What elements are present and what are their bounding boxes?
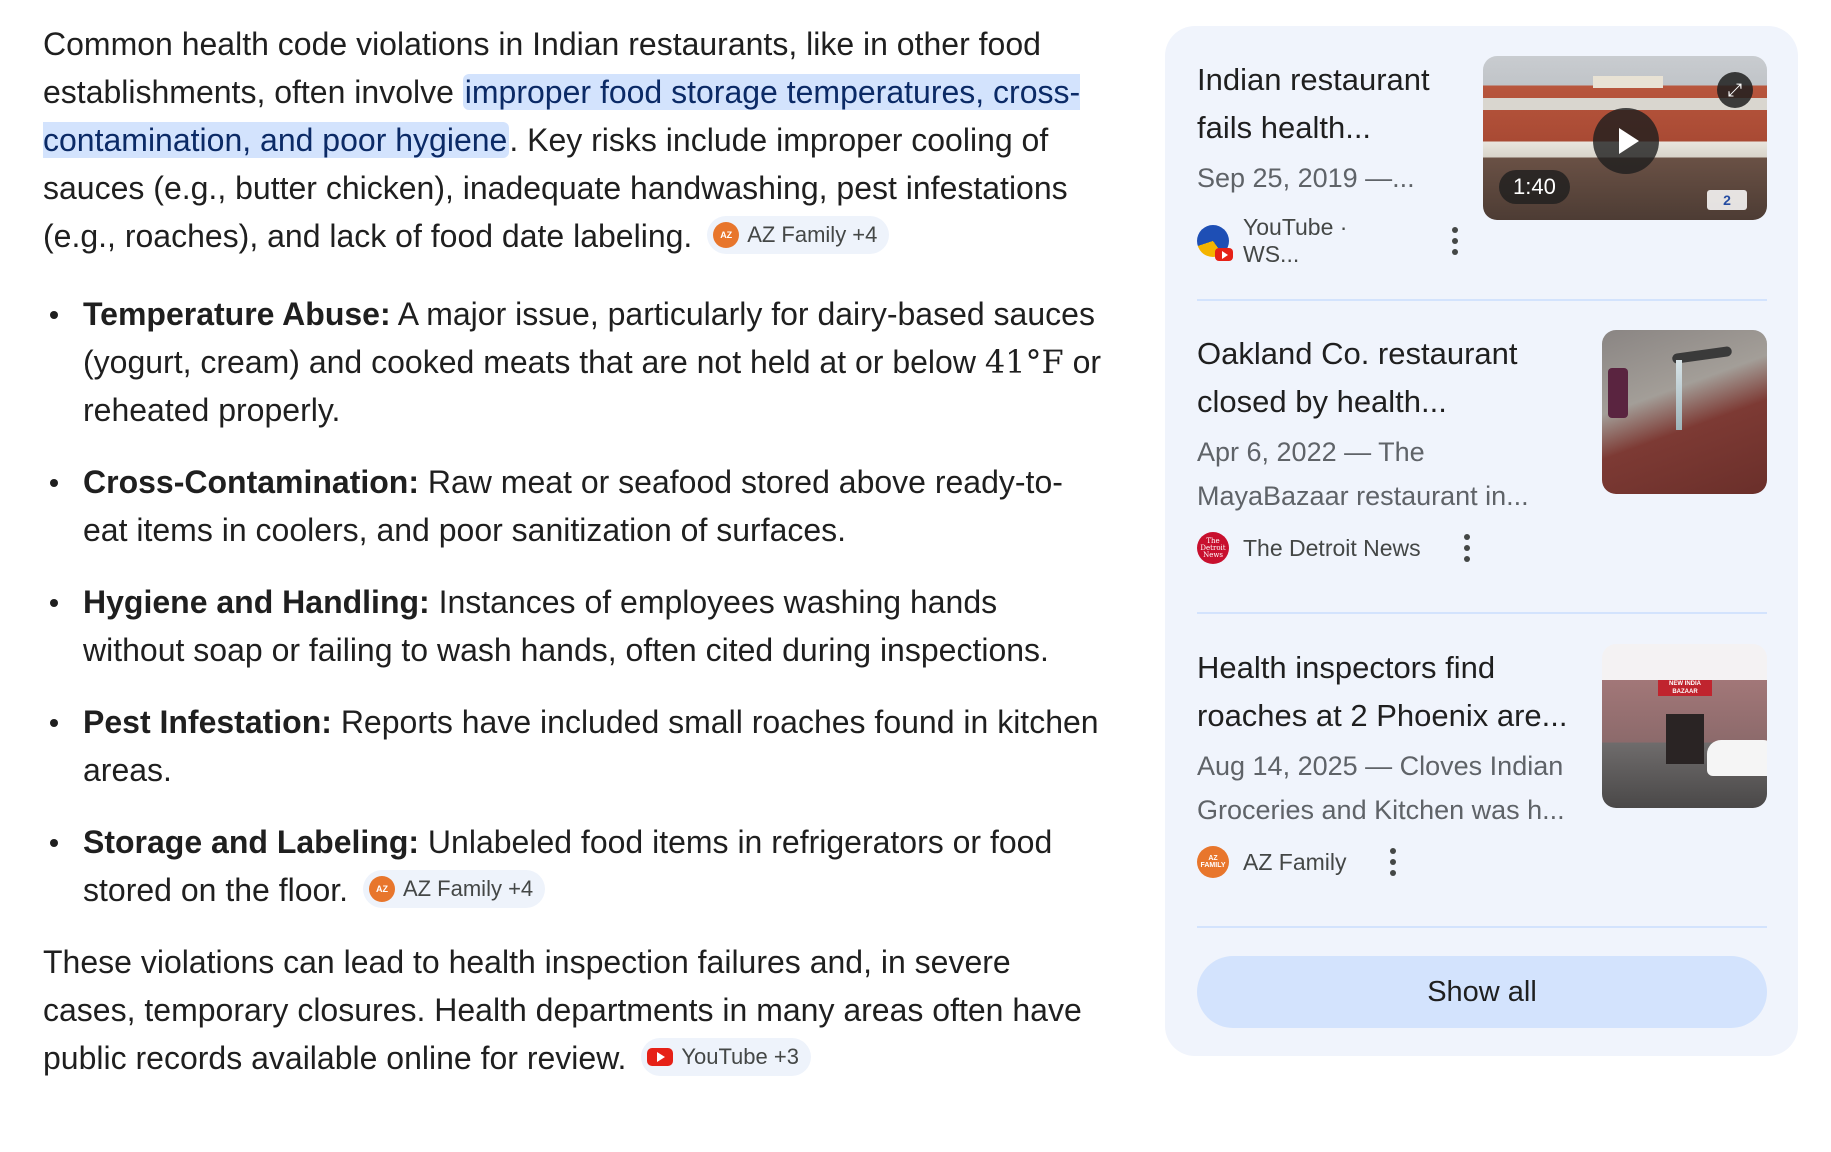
card-snippet: Aug 14, 2025 — Cloves Indian Groceries a…: [1197, 744, 1597, 832]
ws-news-logo-icon: [1197, 225, 1233, 261]
car-shape: [1707, 740, 1767, 776]
violations-list: Temperature Abuse: A major issue, partic…: [43, 290, 1103, 914]
play-icon[interactable]: [1593, 108, 1659, 174]
title-line: Oakland Co. restaurant: [1197, 336, 1518, 371]
card-title[interactable]: Indian restaurant fails health...: [1197, 56, 1467, 152]
youtube-icon: [1215, 248, 1233, 261]
list-item: Temperature Abuse: A major issue, partic…: [50, 290, 1103, 434]
intro-paragraph: Common health code violations in Indian …: [43, 20, 1103, 260]
card-date: Sep 25, 2019 —...: [1197, 163, 1415, 193]
card-snippet: Apr 6, 2022 — The MayaBazaar restaurant …: [1197, 430, 1577, 518]
more-options-icon[interactable]: [1455, 534, 1479, 562]
az-family-icon: AZ: [713, 221, 740, 248]
source-card-3[interactable]: Health inspectors find roaches at 2 Phoe…: [1197, 644, 1767, 884]
snippet-line: MayaBazaar restaurant in...: [1197, 481, 1529, 511]
bullet-term: Temperature Abuse:: [83, 296, 391, 332]
divider: [1197, 299, 1767, 301]
sources-panel: Indian restaurant fails health... Sep 25…: [1165, 26, 1798, 1056]
list-item: Pest Infestation: Reports have included …: [50, 698, 1103, 794]
bullet-term: Hygiene and Handling:: [83, 584, 430, 620]
divider: [1197, 926, 1767, 928]
expand-icon[interactable]: ⤢: [1717, 72, 1753, 108]
citation-chip-youtube[interactable]: YouTube +3: [641, 1037, 811, 1076]
source-card-2[interactable]: Oakland Co. restaurant closed by health.…: [1197, 330, 1767, 570]
citation-label: AZ Family +4: [402, 875, 534, 901]
divider: [1197, 612, 1767, 614]
bullet-term: Cross-Contamination:: [83, 464, 419, 500]
list-item: Cross-Contamination: Raw meat or seafood…: [50, 458, 1103, 554]
bullet-term: Pest Infestation:: [83, 704, 332, 740]
detroit-news-logo-icon: The Detroit News: [1197, 532, 1229, 564]
citation-label: AZ Family +4: [747, 221, 878, 247]
az-family-icon: AZ: [368, 875, 395, 902]
card-source: AZ FAMILY AZ Family: [1197, 846, 1597, 878]
title-line: closed by health...: [1197, 384, 1447, 419]
more-options-icon[interactable]: [1381, 848, 1405, 876]
list-item: Hygiene and Handling: Instances of emplo…: [50, 578, 1103, 674]
title-line: Indian restaurant: [1197, 62, 1430, 97]
title-line: roaches at 2 Phoenix are...: [1197, 698, 1568, 733]
card-source: YouTube · WS...: [1197, 214, 1467, 268]
closing-text: These violations can lead to health insp…: [43, 944, 1082, 1076]
temperature-value: 41°F: [984, 343, 1064, 381]
source-name: AZ Family: [1243, 848, 1347, 875]
snippet-line: Groceries and Kitchen was h...: [1197, 795, 1565, 825]
bottle-shape: [1608, 368, 1628, 418]
card-title[interactable]: Oakland Co. restaurant closed by health.…: [1197, 330, 1577, 426]
more-options-icon[interactable]: [1443, 227, 1467, 255]
source-name: The Detroit News: [1243, 534, 1421, 561]
card-text: Health inspectors find roaches at 2 Phoe…: [1197, 644, 1597, 878]
door-shape: [1666, 714, 1704, 764]
list-item: Storage and Labeling: Unlabeled food ite…: [50, 818, 1103, 914]
article-thumbnail[interactable]: NEW INDIA BAZAAR: [1602, 644, 1767, 808]
video-thumbnail[interactable]: ⤢ 1:40 2: [1483, 56, 1767, 220]
storefront-sign: NEW INDIA BAZAAR: [1658, 680, 1712, 696]
channel-bug-icon: 2: [1707, 190, 1747, 210]
snippet-line: Apr 6, 2022 — The: [1197, 437, 1425, 467]
bullet-term: Storage and Labeling:: [83, 824, 420, 860]
citation-chip-az-family[interactable]: AZ AZ Family +4: [707, 215, 890, 254]
ai-answer: Common health code violations in Indian …: [43, 20, 1103, 1082]
title-line: fails health...: [1197, 110, 1372, 145]
source-card-1[interactable]: Indian restaurant fails health... Sep 25…: [1197, 56, 1767, 268]
video-duration: 1:40: [1499, 170, 1570, 204]
store-sign: [1593, 76, 1663, 88]
card-text: Indian restaurant fails health... Sep 25…: [1197, 56, 1467, 268]
snippet-line: Aug 14, 2025 — Cloves Indian: [1197, 751, 1564, 781]
card-source: The Detroit News The Detroit News: [1197, 532, 1577, 564]
article-thumbnail[interactable]: [1602, 330, 1767, 494]
youtube-icon: [647, 1047, 674, 1066]
title-line: Health inspectors find: [1197, 650, 1496, 685]
az-family-logo-icon: AZ FAMILY: [1197, 846, 1229, 878]
card-title[interactable]: Health inspectors find roaches at 2 Phoe…: [1197, 644, 1597, 740]
citation-label: YouTube +3: [681, 1043, 799, 1069]
closing-paragraph: These violations can lead to health insp…: [43, 938, 1103, 1082]
card-text: Oakland Co. restaurant closed by health.…: [1197, 330, 1577, 564]
citation-chip-az-family[interactable]: AZ AZ Family +4: [362, 869, 546, 908]
show-all-button[interactable]: Show all: [1197, 956, 1767, 1028]
source-name: YouTube · WS...: [1243, 214, 1348, 267]
water-stream: [1676, 360, 1682, 430]
